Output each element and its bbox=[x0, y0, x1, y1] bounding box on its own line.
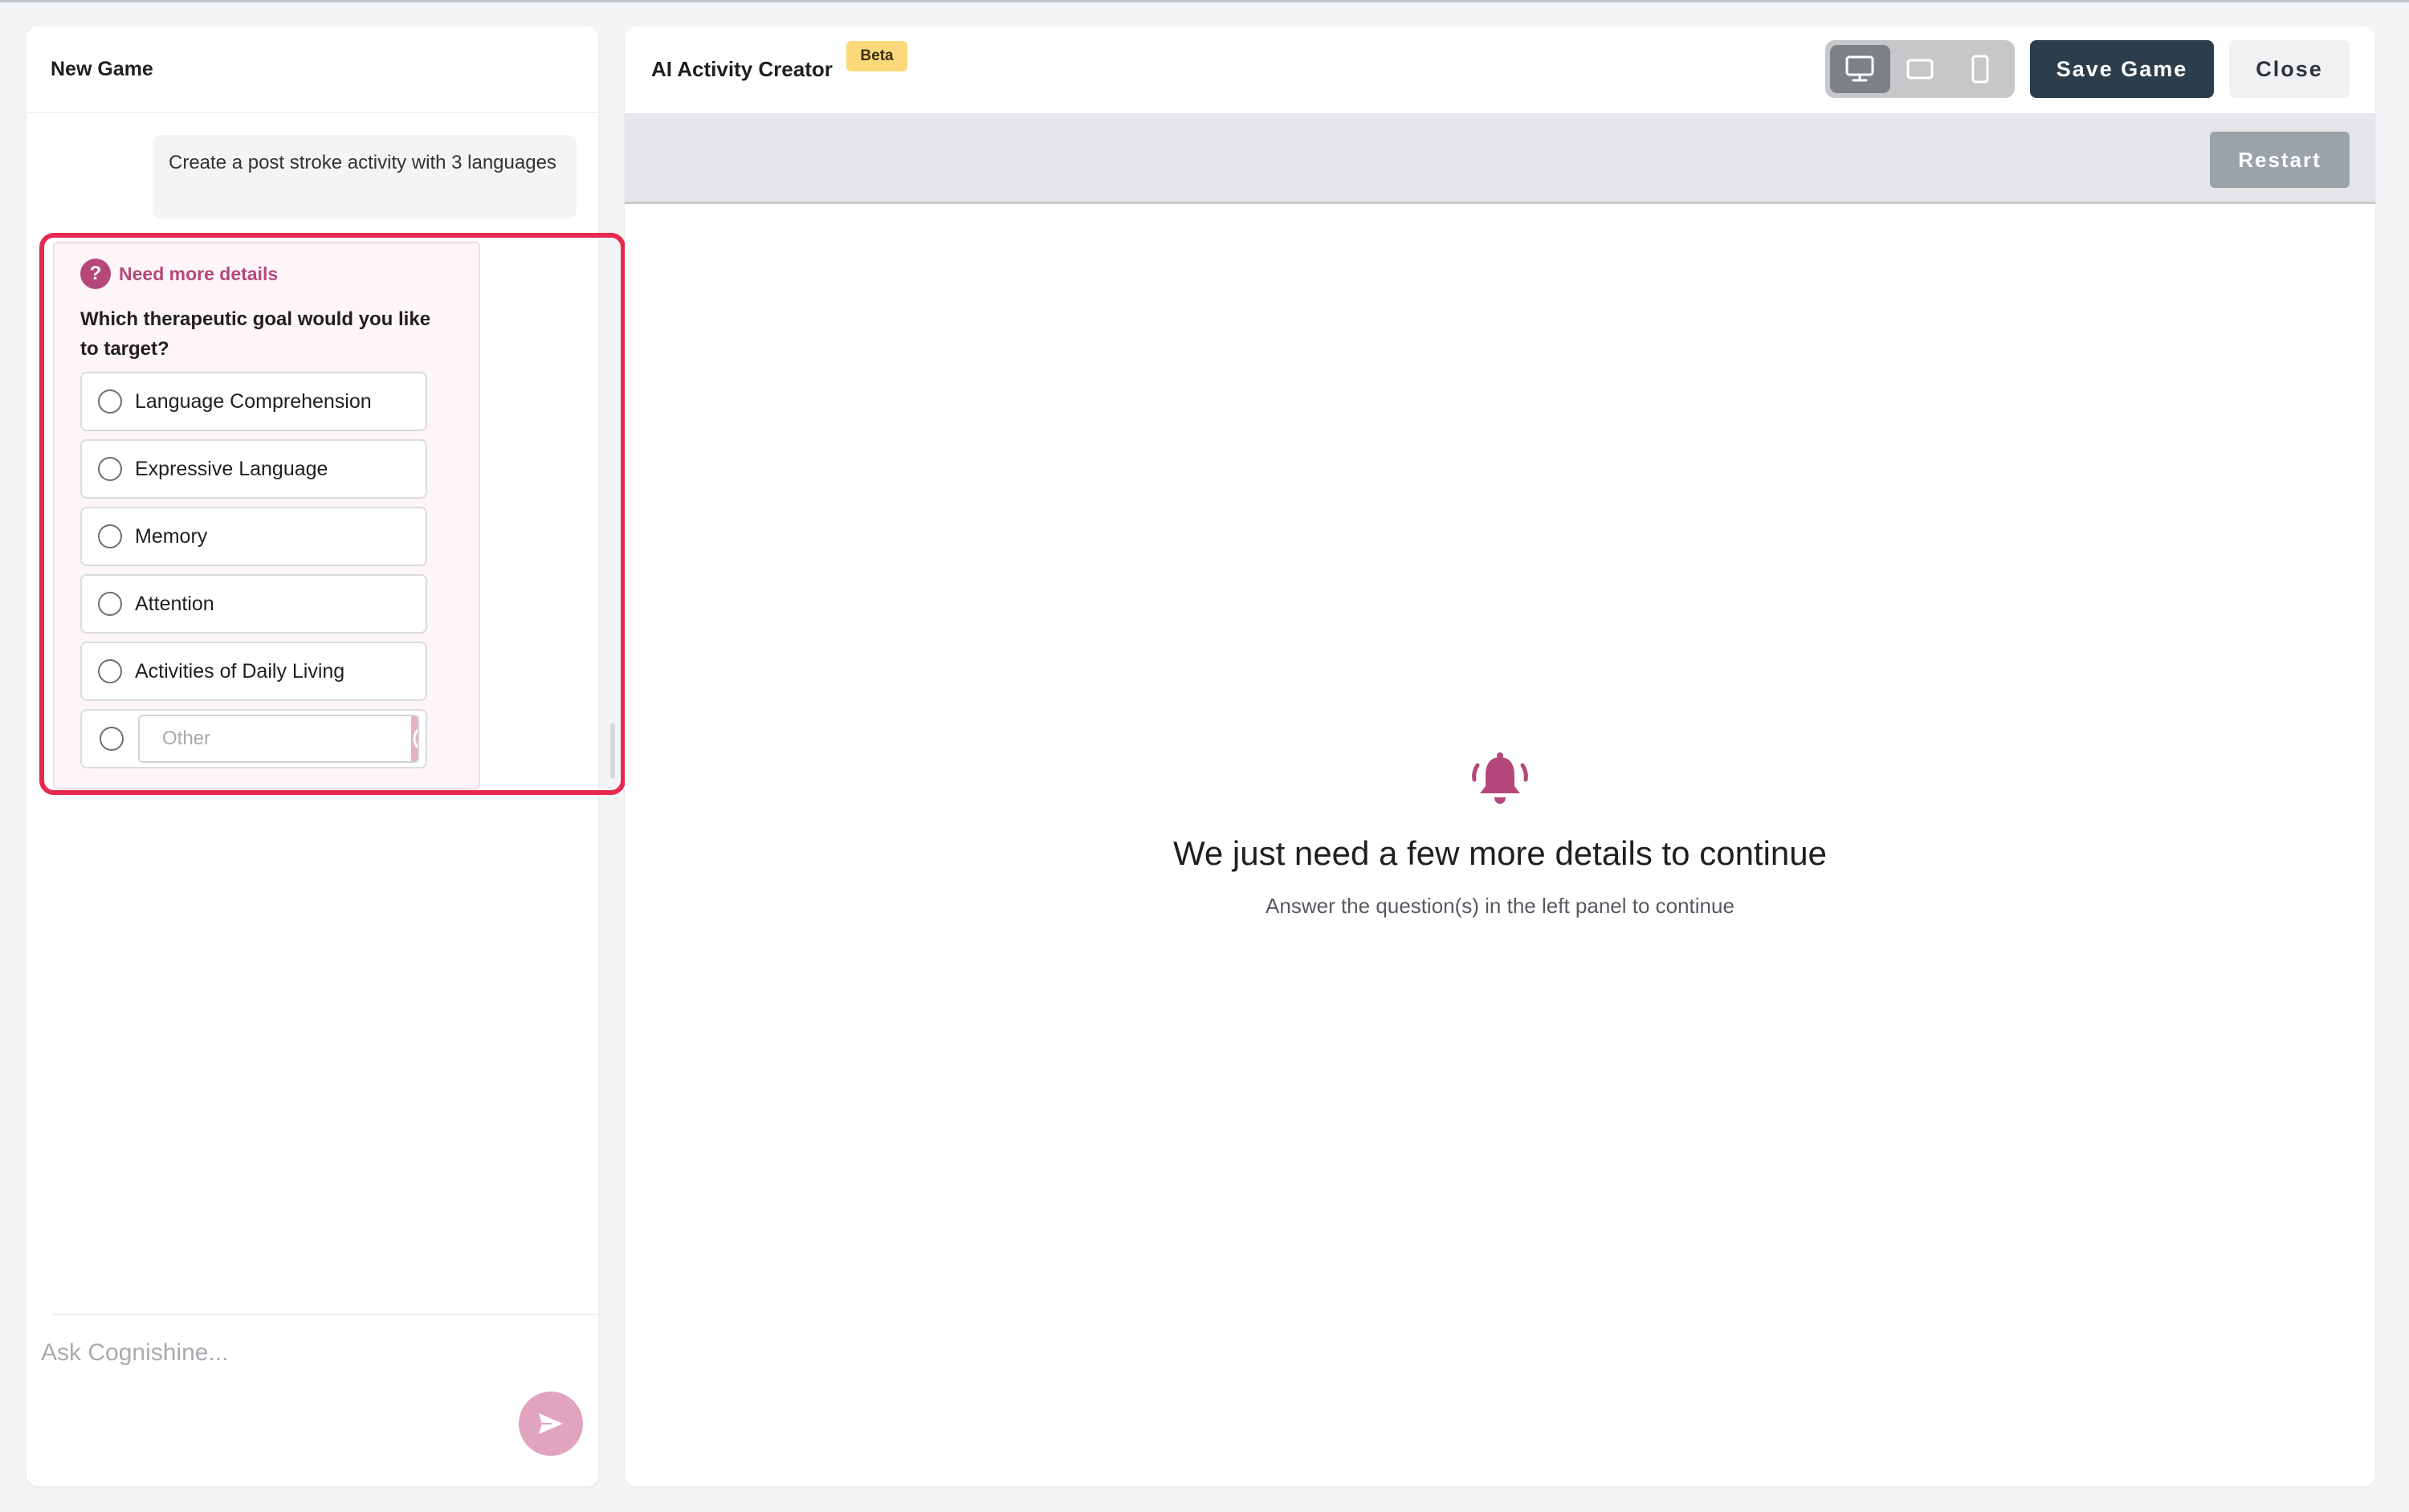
option-attention[interactable]: Attention bbox=[80, 574, 427, 634]
bell-icon bbox=[1472, 752, 1528, 804]
app-title: AI Activity Creator bbox=[651, 57, 833, 81]
option-activities-of-daily-living[interactable]: Activities of Daily Living bbox=[80, 642, 427, 701]
option-expressive-language[interactable]: Expressive Language bbox=[80, 439, 427, 499]
radio-button[interactable] bbox=[98, 524, 122, 548]
question-text: Which therapeutic goal would you like to… bbox=[80, 308, 431, 360]
question-card: ? Need more details Which therapeutic go… bbox=[53, 242, 480, 789]
question-card-header: ? Need more details bbox=[80, 258, 453, 290]
close-button[interactable]: Close bbox=[2229, 40, 2350, 98]
restart-button[interactable]: Restart bbox=[2210, 132, 2350, 188]
device-mode-phone[interactable] bbox=[1950, 45, 2010, 93]
desktop-icon bbox=[1845, 55, 1874, 82]
empty-state: We just need a few more details to conti… bbox=[625, 749, 2375, 919]
option-label: Language Comprehension bbox=[135, 389, 372, 413]
chat-scrollbar[interactable] bbox=[610, 723, 615, 779]
question-card-header-label: Need more details bbox=[119, 263, 279, 284]
empty-state-subtitle: Answer the question(s) in the left panel… bbox=[1266, 894, 1734, 918]
user-message: Create a post stroke activity with 3 lan… bbox=[153, 135, 577, 218]
radio-button[interactable] bbox=[98, 659, 122, 683]
chevron-right-circle-icon bbox=[413, 728, 418, 749]
option-language-comprehension[interactable]: Language Comprehension bbox=[80, 372, 427, 431]
device-mode-desktop[interactable] bbox=[1830, 45, 1890, 93]
option-other[interactable] bbox=[80, 709, 427, 768]
option-label: Memory bbox=[135, 524, 208, 548]
tablet-icon bbox=[1906, 59, 1934, 79]
phone-icon bbox=[1971, 55, 1989, 84]
option-memory[interactable]: Memory bbox=[80, 507, 427, 566]
option-label: Expressive Language bbox=[135, 457, 328, 480]
radio-button[interactable] bbox=[100, 727, 124, 751]
preview-toolbar: Restart bbox=[625, 113, 2375, 204]
chat-input[interactable] bbox=[41, 1329, 491, 1377]
other-submit-button[interactable] bbox=[411, 716, 418, 761]
radio-button[interactable] bbox=[98, 457, 122, 481]
other-input-group bbox=[138, 715, 419, 763]
preview-panel: AI Activity Creator Beta Save Game Close… bbox=[625, 26, 2375, 1486]
empty-state-title: We just need a few more details to conti… bbox=[1172, 834, 1828, 872]
radio-button[interactable] bbox=[98, 389, 122, 414]
device-mode-toggle bbox=[1825, 40, 2015, 98]
send-icon bbox=[539, 1413, 563, 1434]
chat-composer bbox=[26, 1287, 598, 1486]
option-label: Activities of Daily Living bbox=[135, 659, 345, 683]
chat-panel-header: New Game bbox=[26, 26, 598, 113]
radio-button[interactable] bbox=[98, 592, 122, 616]
chat-panel: New Game Create a post stroke activity w… bbox=[26, 26, 598, 1486]
device-mode-tablet[interactable] bbox=[1890, 45, 1950, 93]
send-button[interactable] bbox=[519, 1392, 583, 1456]
window-top-border bbox=[0, 0, 2409, 2]
other-input[interactable] bbox=[140, 716, 411, 761]
chat-panel-title: New Game bbox=[51, 57, 153, 80]
preview-header: AI Activity Creator Beta Save Game Close bbox=[625, 26, 2375, 113]
save-game-button[interactable]: Save Game bbox=[2030, 40, 2214, 98]
question-mark-icon: ? bbox=[80, 259, 111, 289]
beta-badge: Beta bbox=[846, 41, 907, 71]
option-label: Attention bbox=[135, 592, 214, 615]
